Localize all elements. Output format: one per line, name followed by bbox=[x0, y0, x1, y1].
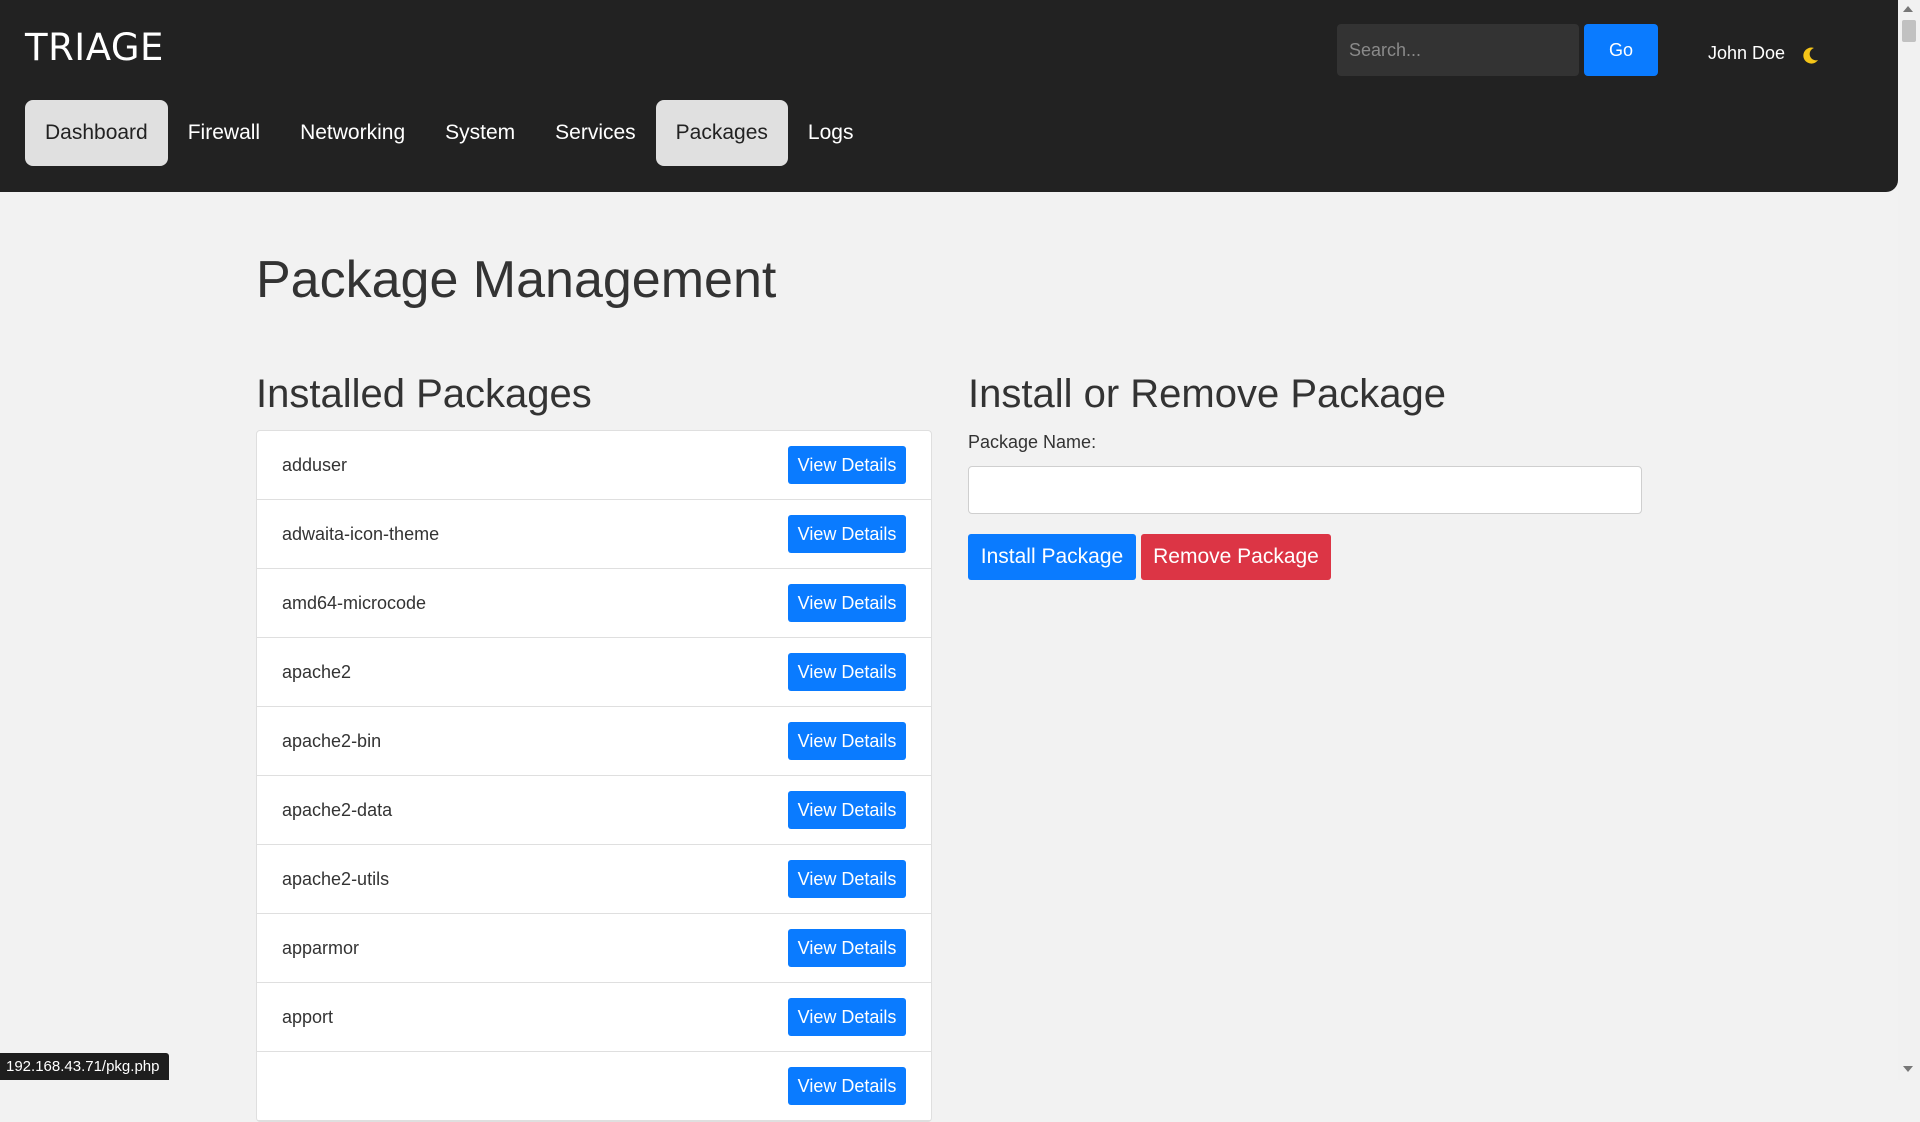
package-row: View Details bbox=[257, 1052, 931, 1121]
brand-logo[interactable]: TRIAGE bbox=[25, 26, 164, 69]
package-name: amd64-microcode bbox=[282, 593, 427, 613]
moon-icon[interactable] bbox=[1801, 45, 1821, 65]
main-nav: Dashboard Firewall Networking System Ser… bbox=[25, 100, 873, 166]
status-bar-url: 192.168.43.71/pkg.php bbox=[0, 1053, 170, 1080]
view-details-button[interactable]: View Details bbox=[788, 1067, 906, 1105]
package-name: adduser bbox=[282, 455, 348, 475]
package-name: apache2-utils bbox=[282, 869, 390, 889]
package-row: amd64-microcode View Details bbox=[257, 569, 931, 638]
view-details-button[interactable]: View Details bbox=[788, 998, 906, 1036]
user-name[interactable]: John Doe bbox=[1708, 43, 1785, 64]
remove-package-button[interactable]: Remove Package bbox=[1141, 534, 1331, 580]
top-header: TRIAGE Go John Doe Dashboard Firewall Ne… bbox=[0, 0, 1898, 192]
package-row: apparmor View Details bbox=[257, 914, 931, 983]
package-name: apache2-data bbox=[282, 800, 393, 820]
view-details-button[interactable]: View Details bbox=[788, 446, 906, 484]
vertical-scrollbar[interactable] bbox=[1898, 0, 1920, 1080]
view-details-button[interactable]: View Details bbox=[788, 722, 906, 760]
package-row: adwaita-icon-theme View Details bbox=[257, 500, 931, 569]
view-details-button[interactable]: View Details bbox=[788, 515, 906, 553]
package-row: apache2-data View Details bbox=[257, 776, 931, 845]
nav-system[interactable]: System bbox=[425, 100, 535, 166]
view-details-button[interactable]: View Details bbox=[788, 791, 906, 829]
scroll-down-arrow-icon[interactable] bbox=[1903, 1066, 1913, 1072]
package-row: apport View Details bbox=[257, 983, 931, 1052]
package-name: apache2-bin bbox=[282, 731, 382, 751]
nav-services[interactable]: Services bbox=[535, 100, 656, 166]
view-details-button[interactable]: View Details bbox=[788, 860, 906, 898]
scroll-thumb[interactable] bbox=[1902, 20, 1916, 42]
install-package-button[interactable]: Install Package bbox=[968, 534, 1136, 580]
nav-dashboard[interactable]: Dashboard bbox=[25, 100, 168, 166]
package-name: adwaita-icon-theme bbox=[282, 524, 440, 544]
nav-networking[interactable]: Networking bbox=[280, 100, 425, 166]
package-name: apparmor bbox=[282, 938, 360, 958]
package-row: apache2 View Details bbox=[257, 638, 931, 707]
nav-logs[interactable]: Logs bbox=[788, 100, 874, 166]
nav-firewall[interactable]: Firewall bbox=[168, 100, 280, 166]
package-name: apache2 bbox=[282, 662, 352, 682]
install-remove-title: Install or Remove Package bbox=[968, 372, 1447, 416]
scroll-up-arrow-icon[interactable] bbox=[1903, 6, 1913, 12]
package-name-label: Package Name: bbox=[968, 432, 1097, 452]
search-input[interactable] bbox=[1337, 24, 1579, 76]
nav-packages[interactable]: Packages bbox=[655, 100, 788, 166]
installed-packages-list: adduser View Details adwaita-icon-theme … bbox=[256, 430, 932, 1122]
installed-packages-title: Installed Packages bbox=[256, 372, 592, 416]
package-row: adduser View Details bbox=[257, 431, 931, 500]
view-details-button[interactable]: View Details bbox=[788, 929, 906, 967]
package-row: apache2-utils View Details bbox=[257, 845, 931, 914]
page-title: Package Management bbox=[256, 251, 777, 309]
view-details-button[interactable]: View Details bbox=[788, 653, 906, 691]
package-row: apache2-bin View Details bbox=[257, 707, 931, 776]
view-details-button[interactable]: View Details bbox=[788, 584, 906, 622]
search-go-button[interactable]: Go bbox=[1584, 24, 1658, 76]
package-name-input[interactable] bbox=[968, 466, 1642, 514]
package-name: apport bbox=[282, 1007, 334, 1027]
